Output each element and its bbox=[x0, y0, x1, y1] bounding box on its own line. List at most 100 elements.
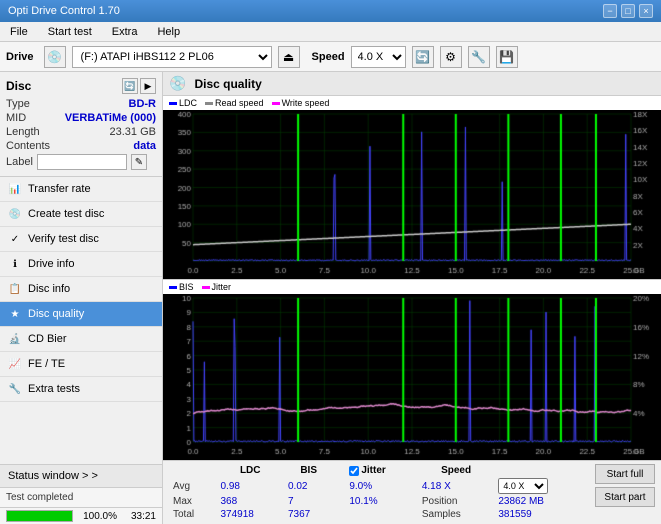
progress-area: Test completed bbox=[0, 487, 162, 507]
eject-button[interactable]: ⏏ bbox=[278, 46, 300, 68]
create-test-disc-icon: 💿 bbox=[8, 207, 22, 221]
total-row-label: Total bbox=[169, 508, 217, 521]
sidebar-bottom: Status window > > Test completed 100.0% … bbox=[0, 464, 162, 524]
minimize-button[interactable]: − bbox=[603, 4, 617, 18]
fe-te-icon: 📈 bbox=[8, 357, 22, 371]
ldc-chart-container: LDC Read speed Write speed bbox=[163, 96, 661, 280]
disc-refresh-icon[interactable]: 🔄 bbox=[122, 78, 138, 94]
disc-quality-icon: ★ bbox=[8, 307, 22, 321]
jitter-avg: 9.0% bbox=[345, 477, 418, 495]
cd-bier-icon: 🔬 bbox=[8, 332, 22, 346]
sidebar-item-transfer-rate[interactable]: 📊 Transfer rate bbox=[0, 177, 162, 202]
menu-help[interactable]: Help bbox=[151, 25, 186, 39]
disc-quality-label: Disc quality bbox=[28, 308, 84, 320]
sidebar-item-fe-te[interactable]: 📈 FE / TE bbox=[0, 352, 162, 377]
stats-table: LDC BIS Jitter Speed Avg bbox=[169, 464, 589, 521]
progress-bar bbox=[6, 510, 73, 522]
bis-legend-item: BIS bbox=[169, 282, 194, 292]
label-label: Label bbox=[6, 156, 33, 168]
ldc-legend: LDC Read speed Write speed bbox=[163, 96, 661, 110]
transfer-rate-label: Transfer rate bbox=[28, 183, 91, 195]
avg-row-label: Avg bbox=[169, 477, 217, 495]
extra-button[interactable]: 🔧 bbox=[468, 46, 490, 68]
contents-label: Contents bbox=[6, 140, 50, 152]
jitter-max: 10.1% bbox=[345, 495, 418, 508]
stats-controls: LDC BIS Jitter Speed Avg bbox=[163, 460, 661, 524]
drive-select[interactable]: (F:) ATAPI iHBS112 2 PL06 bbox=[72, 46, 272, 68]
menu-file[interactable]: File bbox=[4, 25, 34, 39]
progress-bar-fill bbox=[7, 511, 72, 521]
fe-te-label: FE / TE bbox=[28, 358, 65, 370]
samples-label: Samples bbox=[418, 508, 495, 521]
speed-avg: 4.18 X bbox=[418, 477, 495, 495]
write-speed-legend-label: Write speed bbox=[282, 98, 330, 108]
type-value: BD-R bbox=[129, 98, 157, 110]
bis-avg: 0.02 bbox=[284, 477, 333, 495]
create-test-disc-label: Create test disc bbox=[28, 208, 104, 220]
label-edit-btn[interactable]: ✎ bbox=[131, 154, 147, 170]
ldc-legend-item: LDC bbox=[169, 98, 197, 108]
sidebar-item-create-test-disc[interactable]: 💿 Create test disc bbox=[0, 202, 162, 227]
read-speed-legend-dot bbox=[205, 102, 213, 105]
status-window-label: Status window > > bbox=[8, 470, 98, 482]
start-buttons: Start full Start part bbox=[595, 464, 655, 507]
speed-select[interactable]: 4.0 X bbox=[351, 46, 406, 68]
start-part-button[interactable]: Start part bbox=[595, 487, 655, 507]
disc-info-label: Disc info bbox=[28, 283, 70, 295]
window-controls: − □ × bbox=[603, 4, 653, 18]
sidebar-item-verify-test-disc[interactable]: ✓ Verify test disc bbox=[0, 227, 162, 252]
status-window-button[interactable]: Status window > > bbox=[0, 464, 162, 487]
drive-label: Drive bbox=[6, 51, 34, 63]
type-label: Type bbox=[6, 98, 30, 110]
menu-start-test[interactable]: Start test bbox=[42, 25, 98, 39]
mid-value: VERBATiMe (000) bbox=[65, 112, 156, 124]
refresh-button[interactable]: 🔄 bbox=[412, 46, 434, 68]
drive-info-label: Drive info bbox=[28, 258, 74, 270]
length-value: 23.31 GB bbox=[110, 126, 156, 138]
disc-info-icon: 📋 bbox=[8, 282, 22, 296]
disc-section-title: Disc bbox=[6, 79, 31, 93]
write-speed-legend-dot bbox=[272, 102, 280, 105]
title-bar: Opti Drive Control 1.70 − □ × bbox=[0, 0, 661, 22]
contents-value: data bbox=[133, 140, 156, 152]
start-full-button[interactable]: Start full bbox=[595, 464, 655, 484]
jitter-checkbox-label[interactable]: Jitter bbox=[349, 465, 414, 476]
sidebar-item-extra-tests[interactable]: 🔧 Extra tests bbox=[0, 377, 162, 402]
content-area: 💿 Disc quality LDC Read speed bbox=[163, 72, 661, 524]
settings-button[interactable]: ⚙ bbox=[440, 46, 462, 68]
label-input[interactable] bbox=[37, 154, 127, 170]
verify-test-disc-label: Verify test disc bbox=[28, 233, 99, 245]
mid-label: MID bbox=[6, 112, 26, 124]
bis-max: 7 bbox=[284, 495, 333, 508]
speed-col-header: Speed bbox=[418, 464, 495, 477]
sidebar-item-disc-info[interactable]: 📋 Disc info bbox=[0, 277, 162, 302]
jitter-legend-label: Jitter bbox=[212, 282, 232, 292]
app-title: Opti Drive Control 1.70 bbox=[8, 5, 120, 17]
max-row-label: Max bbox=[169, 495, 217, 508]
read-speed-legend-label: Read speed bbox=[215, 98, 264, 108]
length-label: Length bbox=[6, 126, 40, 138]
sidebar-item-drive-info[interactable]: ℹ Drive info bbox=[0, 252, 162, 277]
jitter-checkbox[interactable] bbox=[349, 466, 359, 476]
maximize-button[interactable]: □ bbox=[621, 4, 635, 18]
sidebar-item-cd-bier[interactable]: 🔬 CD Bier bbox=[0, 327, 162, 352]
ldc-chart bbox=[163, 110, 661, 279]
jitter-legend-item: Jitter bbox=[202, 282, 232, 292]
disc-info-icon[interactable]: ▶ bbox=[140, 78, 156, 94]
drive-icon-btn[interactable]: 💿 bbox=[44, 46, 66, 68]
disc-panel: Disc 🔄 ▶ Type BD-R MID VERBATiMe (000) L… bbox=[0, 72, 162, 177]
menu-extra[interactable]: Extra bbox=[106, 25, 144, 39]
speed-select-stats[interactable]: 4.0 X bbox=[498, 478, 548, 494]
read-speed-legend-item: Read speed bbox=[205, 98, 264, 108]
cd-bier-label: CD Bier bbox=[28, 333, 67, 345]
save-button[interactable]: 💾 bbox=[496, 46, 518, 68]
speed-label: Speed bbox=[312, 51, 345, 63]
samples-val: 381559 bbox=[494, 508, 589, 521]
close-button[interactable]: × bbox=[639, 4, 653, 18]
toolbar: Drive 💿 (F:) ATAPI iHBS112 2 PL06 ⏏ Spee… bbox=[0, 42, 661, 72]
ldc-max: 368 bbox=[217, 495, 284, 508]
drive-info-icon: ℹ bbox=[8, 257, 22, 271]
write-speed-legend-item: Write speed bbox=[272, 98, 330, 108]
jitter-legend-dot bbox=[202, 286, 210, 289]
sidebar-item-disc-quality[interactable]: ★ Disc quality bbox=[0, 302, 162, 327]
